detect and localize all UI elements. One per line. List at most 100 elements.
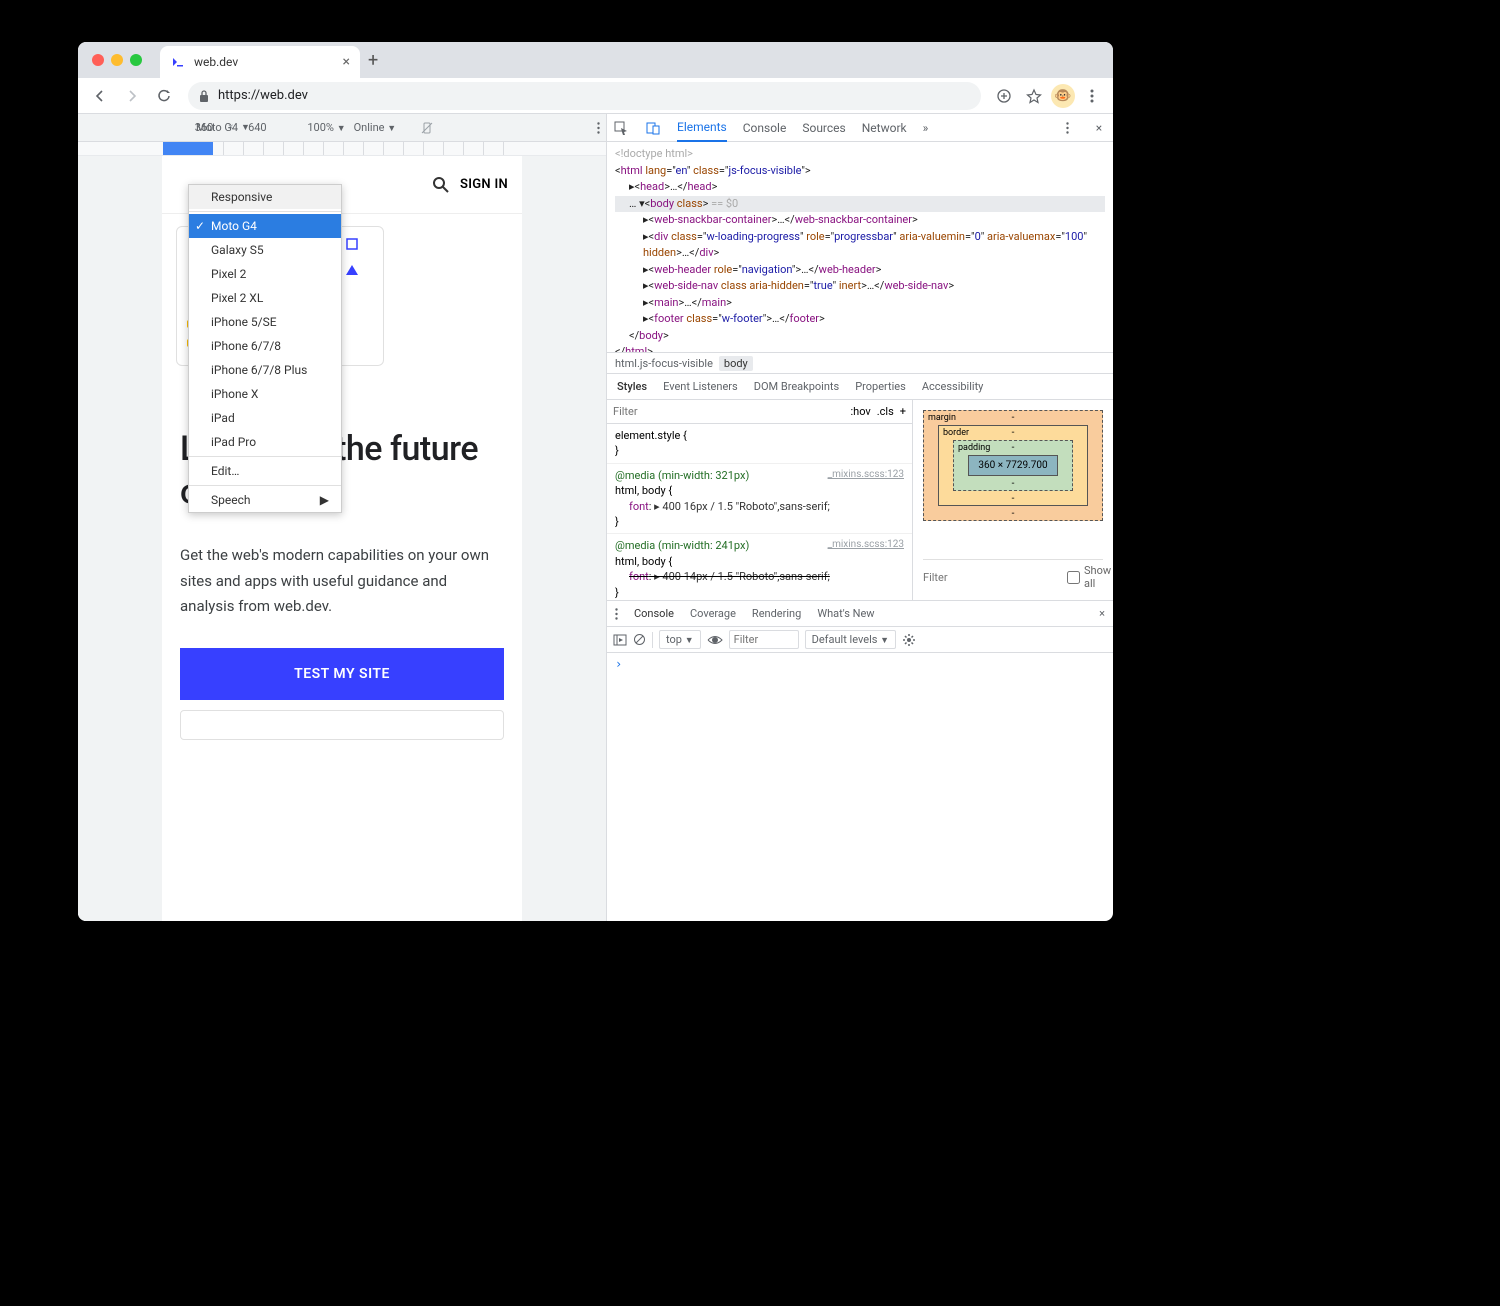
hero-body: Get the web's modern capabilities on you…	[180, 543, 504, 620]
device-menu-item[interactable]: iPhone 6/7/8	[189, 334, 341, 358]
drawer-menu-button[interactable]	[615, 608, 618, 620]
devtools-pane: Elements Console Sources Network » × <!d…	[606, 114, 1113, 921]
tab-network[interactable]: Network	[862, 115, 907, 141]
device-menu: Responsive Moto G4 Galaxy S5 Pixel 2 Pix…	[188, 184, 342, 513]
style-rule[interactable]: element.style {}	[607, 424, 912, 464]
devtools-menu-button[interactable]	[1059, 120, 1075, 136]
sign-in-button[interactable]: SIGN IN	[432, 176, 508, 194]
console-prompt: ›	[615, 657, 622, 671]
box-content: 360 × 7729.700	[968, 455, 1058, 476]
tab-accessibility[interactable]: Accessibility	[922, 380, 984, 393]
maximize-window-button[interactable]	[130, 54, 142, 66]
console-toolbar: top ▼ Default levels ▼	[607, 627, 1113, 653]
styles-filter-input[interactable]	[613, 405, 844, 418]
style-rule[interactable]: _mixins.scss:123 @media (min-width: 321p…	[607, 464, 912, 535]
box-model: margin - border - padding - 360 × 7729.7…	[913, 400, 1113, 600]
console-body[interactable]: ›	[607, 653, 1113, 921]
zoom-dropdown[interactable]: 100% ▼	[307, 121, 345, 134]
drawer-tab-console[interactable]: Console	[634, 607, 674, 620]
device-dropdown[interactable]: Moto G4 ▼	[196, 121, 250, 134]
console-sidebar-button[interactable]	[613, 634, 627, 646]
cls-toggle[interactable]: .cls	[877, 405, 894, 418]
hov-toggle[interactable]: :hov	[850, 405, 870, 418]
drawer-tab-whatsnew[interactable]: What's New	[817, 607, 874, 620]
show-all-label: Show all	[1084, 564, 1111, 590]
drawer-close-button[interactable]: ×	[1099, 607, 1105, 620]
console-filter-input[interactable]	[729, 630, 799, 649]
console-settings-button[interactable]	[902, 633, 916, 647]
device-menu-item[interactable]: iPad Pro	[189, 430, 341, 454]
breadcrumb-item[interactable]: body	[719, 356, 753, 371]
address-bar: https://web.dev 🐵	[78, 78, 1113, 114]
add-rule-button[interactable]: +	[900, 405, 906, 418]
tab-console[interactable]: Console	[743, 115, 787, 141]
window-controls	[92, 54, 142, 66]
device-mode-pane: Moto G4 ▼ × 100% ▼ Online ▼	[78, 114, 606, 921]
inspect-icon[interactable]	[613, 120, 629, 136]
url-field[interactable]: https://web.dev	[188, 82, 981, 110]
device-toolbar: Moto G4 ▼ × 100% ▼ Online ▼	[78, 114, 606, 142]
close-window-button[interactable]	[92, 54, 104, 66]
content-area: Moto G4 ▼ × 100% ▼ Online ▼	[78, 114, 1113, 921]
viewport: SIGN IN	[78, 156, 606, 921]
tab-styles[interactable]: Styles	[617, 380, 647, 393]
bookmark-icon[interactable]	[1024, 86, 1044, 106]
device-menu-edit[interactable]: Edit…	[189, 459, 341, 483]
square-icon	[345, 237, 359, 251]
new-tab-button[interactable]: +	[368, 50, 378, 71]
drawer-tab-coverage[interactable]: Coverage	[690, 607, 736, 620]
more-tabs-button[interactable]: »	[923, 121, 929, 135]
chrome-menu-button[interactable]	[1082, 86, 1102, 106]
device-menu-speech[interactable]: Speech▶	[189, 488, 341, 512]
device-mode-icon[interactable]	[645, 120, 661, 136]
styles-panel[interactable]: :hov .cls + element.style {} _mixins.scs…	[607, 400, 913, 600]
ruler	[78, 142, 606, 156]
tab-sources[interactable]: Sources	[802, 115, 845, 141]
elements-tree[interactable]: <!doctype html> <html lang="en" class="j…	[607, 142, 1113, 352]
devtools-tabs: Elements Console Sources Network » ×	[607, 114, 1113, 142]
context-dropdown[interactable]: top ▼	[659, 630, 701, 649]
tab-event-listeners[interactable]: Event Listeners	[663, 380, 738, 393]
profile-avatar[interactable]: 🐵	[1051, 84, 1075, 108]
box-margin[interactable]: margin - border - padding - 360 × 7729.7…	[923, 410, 1103, 521]
computed-filter-input[interactable]	[923, 571, 1063, 584]
forward-button[interactable]	[118, 82, 146, 110]
cta-button[interactable]: TEST MY SITE	[180, 648, 504, 700]
device-menu-item[interactable]: Pixel 2	[189, 262, 341, 286]
chevron-down-icon: ▼	[241, 122, 250, 133]
close-tab-button[interactable]: ×	[343, 54, 350, 70]
breadcrumb[interactable]: html.js-focus-visible body	[607, 352, 1113, 374]
device-menu-item[interactable]: Pixel 2 XL	[189, 286, 341, 310]
reload-button[interactable]	[150, 82, 178, 110]
levels-dropdown[interactable]: Default levels ▼	[805, 630, 896, 649]
device-menu-item[interactable]: Galaxy S5	[189, 238, 341, 262]
dom-doctype: <!doctype html>	[615, 146, 1105, 163]
device-toolbar-menu[interactable]	[597, 122, 600, 134]
back-button[interactable]	[86, 82, 114, 110]
device-menu-item[interactable]: Responsive	[189, 185, 341, 209]
device-menu-item[interactable]: iPad	[189, 406, 341, 430]
live-expression-button[interactable]	[707, 635, 723, 645]
tab-properties[interactable]: Properties	[855, 380, 906, 393]
throttle-dropdown[interactable]: Online ▼	[354, 121, 397, 134]
rotate-button[interactable]	[420, 121, 434, 135]
clear-console-button[interactable]	[633, 633, 646, 646]
drawer-tab-rendering[interactable]: Rendering	[752, 607, 801, 620]
style-rule[interactable]: _mixins.scss:123 @media (min-width: 241p…	[607, 534, 912, 600]
styles-filter-bar: :hov .cls +	[607, 400, 912, 424]
tab-dom-breakpoints[interactable]: DOM Breakpoints	[754, 380, 839, 393]
minimize-window-button[interactable]	[111, 54, 123, 66]
input-placeholder[interactable]	[180, 710, 504, 740]
device-menu-item[interactable]: Moto G4	[189, 214, 341, 238]
breadcrumb-item[interactable]: html.js-focus-visible	[615, 357, 713, 370]
device-menu-item[interactable]: iPhone 6/7/8 Plus	[189, 358, 341, 382]
favicon-icon	[170, 54, 186, 70]
install-icon[interactable]	[994, 86, 1014, 106]
devtools-close-button[interactable]: ×	[1091, 120, 1107, 136]
tab-elements[interactable]: Elements	[677, 114, 727, 142]
browser-tab[interactable]: web.dev ×	[160, 46, 360, 78]
lock-icon	[198, 89, 210, 103]
device-menu-item[interactable]: iPhone X	[189, 382, 341, 406]
device-menu-item[interactable]: iPhone 5/SE	[189, 310, 341, 334]
show-all-checkbox[interactable]	[1067, 571, 1080, 584]
